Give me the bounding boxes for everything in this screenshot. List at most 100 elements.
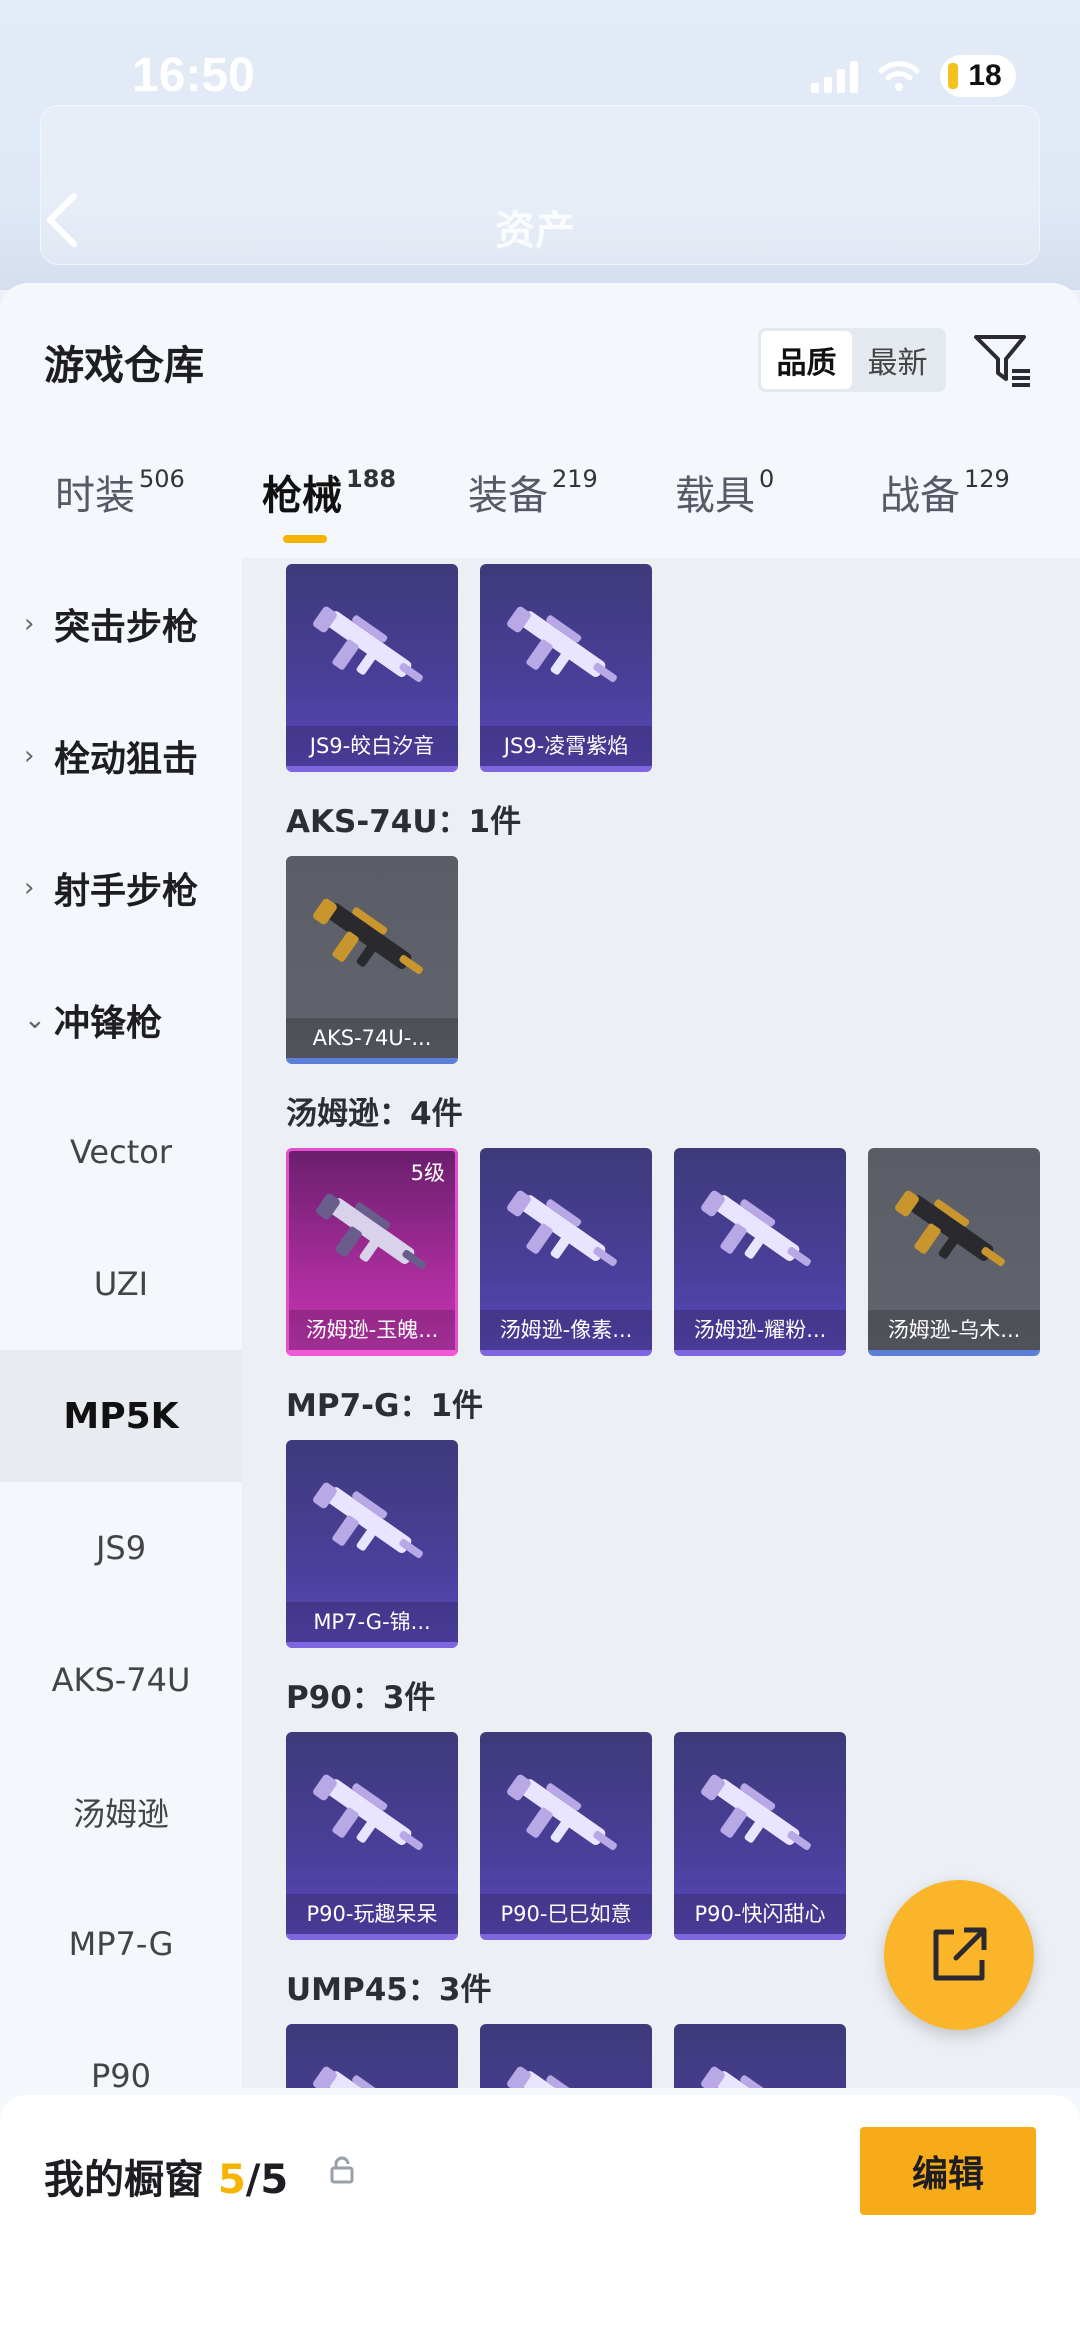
weapon-skin-image <box>313 898 423 975</box>
weapon-skin-image <box>313 1774 423 1851</box>
sidebar-item-label: 突击步枪 <box>54 607 199 648</box>
sort-newest-button[interactable]: 最新 <box>852 331 943 389</box>
signal-icon <box>811 59 858 93</box>
showcase-total-count: /5 <box>245 2157 289 2203</box>
weapon-card-name: 汤姆逊-玉魄... <box>289 1310 455 1350</box>
weapon-card-name: AKS-74U-... <box>286 1018 458 1058</box>
header-backdrop: 资产 <box>0 0 1080 290</box>
tab-count: 0 <box>759 464 775 493</box>
weapon-card[interactable]: P90-巳巳如意 <box>480 1732 652 1940</box>
page-title: 资产 <box>495 208 575 254</box>
sort-quality-button[interactable]: 品质 <box>761 331 852 389</box>
category-tabs: 时装 506 枪械 188 装备 219 载具 0 战备 129 <box>0 463 1080 558</box>
sidebar-subitem-vector[interactable]: Vector <box>0 1086 242 1218</box>
weapon-card[interactable]: 汤姆逊-像素... <box>480 1148 652 1356</box>
weapon-skin-image <box>507 1190 617 1267</box>
wifi-icon <box>878 61 920 91</box>
lock-icon <box>330 2156 354 2184</box>
weapon-card[interactable]: P90-快闪甜心 <box>674 1732 846 1940</box>
sidebar-item-label: 栓动狙击 <box>54 739 199 780</box>
tab-equipment[interactable]: 装备 219 <box>468 463 598 521</box>
sidebar-subitem-uzi[interactable]: UZI <box>0 1218 242 1350</box>
weapon-card[interactable]: MP7-G-锦... <box>286 1440 458 1648</box>
tab-supplies[interactable]: 战备 129 <box>880 463 1010 521</box>
tab-count: 219 <box>552 464 598 493</box>
panel-title: 游戏仓库 <box>44 343 204 389</box>
sidebar-item-label: 射手步枪 <box>54 871 199 912</box>
weapon-skin-image <box>507 1774 617 1851</box>
weapon-skin-image <box>313 606 423 683</box>
weapon-card-name: P90-快闪甜心 <box>674 1894 846 1934</box>
share-button[interactable] <box>884 1880 1034 2030</box>
chevron-down-icon: ⌄ <box>24 1005 46 1035</box>
tab-label: 载具 <box>675 473 755 519</box>
section-label-ump45: UMP45：3件 <box>286 1972 492 2008</box>
section-label-p90: P90：3件 <box>286 1680 436 1716</box>
tab-fashion[interactable]: 时装 506 <box>55 463 185 521</box>
filter-icon[interactable] <box>970 327 1034 391</box>
weapon-skin-image <box>701 1190 811 1267</box>
weapon-card[interactable]: P90-玩趣呆呆 <box>286 1732 458 1940</box>
tab-firearms[interactable]: 枪械 188 <box>262 463 396 521</box>
weapon-card[interactable]: 汤姆逊-耀粉... <box>674 1148 846 1356</box>
showcase-current-count: 5 <box>217 2157 246 2203</box>
weapon-skin-image <box>316 1193 426 1270</box>
section-label-aks74u: AKS-74U：1件 <box>286 804 522 840</box>
tab-label: 战备 <box>880 473 960 519</box>
weapon-card[interactable]: AKS-74U-... <box>286 856 458 1064</box>
weapon-card-name: 汤姆逊-耀粉... <box>674 1310 846 1350</box>
edit-button[interactable]: 编辑 <box>860 2127 1036 2215</box>
tab-vehicles[interactable]: 载具 0 <box>675 463 774 521</box>
tab-label: 枪械 <box>262 473 342 519</box>
weapon-card-name: P90-巳巳如意 <box>480 1894 652 1934</box>
level-badge: 5级 <box>410 1161 445 1185</box>
weapon-skin-image <box>507 2066 606 2088</box>
weapon-card-name: 汤姆逊-乌木... <box>868 1310 1040 1350</box>
weapon-card[interactable]: JS9-凌霄紫焰 <box>480 564 652 772</box>
sidebar-subitem-mp7g[interactable]: MP7-G <box>0 1878 242 2010</box>
weapon-card[interactable] <box>674 2024 846 2088</box>
sidebar-item-marksman-rifle[interactable]: › 射手步枪 <box>0 822 242 954</box>
tab-count: 188 <box>346 464 397 493</box>
chevron-right-icon: › <box>24 609 35 639</box>
sidebar-item-label: 冲锋枪 <box>54 1003 163 1044</box>
sidebar-subitem-aks74u[interactable]: AKS-74U <box>0 1614 242 1746</box>
weapon-skin-image <box>701 2066 800 2088</box>
weapon-card[interactable]: 汤姆逊-乌木... <box>868 1148 1040 1356</box>
weapon-skin-image <box>895 1190 1005 1267</box>
weapon-skin-image <box>313 1482 423 1559</box>
showcase-title: 我的橱窗 5/5 <box>44 2147 288 2205</box>
weapon-card[interactable]: 5级汤姆逊-玉魄... <box>286 1148 458 1356</box>
tab-label: 时装 <box>55 473 135 519</box>
sidebar-subitem-js9[interactable]: JS9 <box>0 1482 242 1614</box>
sidebar-item-smg[interactable]: ⌄ 冲锋枪 <box>0 954 242 1086</box>
sort-toggle: 品质 最新 <box>758 328 946 392</box>
sidebar-subitem-mp5k[interactable]: MP5K <box>0 1350 242 1482</box>
section-label-mp7g: MP7-G：1件 <box>286 1388 484 1424</box>
tab-count: 506 <box>139 464 185 493</box>
section-label-thompson: 汤姆逊：4件 <box>286 1096 463 1132</box>
sidebar-subitem-thompson[interactable]: 汤姆逊 <box>0 1746 242 1878</box>
warehouse-panel: 游戏仓库 品质 最新 时装 506 枪械 188 装备 219 载具 0 战备 129 ›… <box>0 283 1080 2341</box>
status-time: 16:50 <box>132 49 255 102</box>
weapon-card[interactable] <box>480 2024 652 2088</box>
tab-count: 129 <box>964 464 1010 493</box>
showcase-bar: 我的橱窗 5/5 编辑 <box>0 2095 1080 2341</box>
weapon-card[interactable] <box>286 2024 458 2088</box>
weapon-skin-image <box>701 1774 811 1851</box>
sidebar-item-bolt-sniper[interactable]: › 栓动狙击 <box>0 690 242 822</box>
weapon-type-sidebar: › 突击步枪 › 栓动狙击 › 射手步枪 ⌄ 冲锋枪 Vector UZI MP5K J… <box>0 558 242 2341</box>
battery-icon: 18 <box>940 55 1016 97</box>
sidebar-item-assault-rifle[interactable]: › 突击步枪 <box>0 558 242 690</box>
back-arrow-icon[interactable] <box>40 190 84 250</box>
weapon-card-name: JS9-凌霄紫焰 <box>480 726 652 766</box>
weapon-skin-image <box>313 2066 412 2088</box>
weapon-skin-image <box>507 606 617 683</box>
battery-level: 18 <box>968 59 1002 92</box>
weapon-card-name: P90-玩趣呆呆 <box>286 1894 458 1934</box>
weapon-card-name: 汤姆逊-像素... <box>480 1310 652 1350</box>
status-indicators: 18 <box>811 55 1016 97</box>
weapon-card[interactable]: JS9-皎白汐音 <box>286 564 458 772</box>
weapon-card-name: JS9-皎白汐音 <box>286 726 458 766</box>
chevron-right-icon: › <box>24 741 35 771</box>
